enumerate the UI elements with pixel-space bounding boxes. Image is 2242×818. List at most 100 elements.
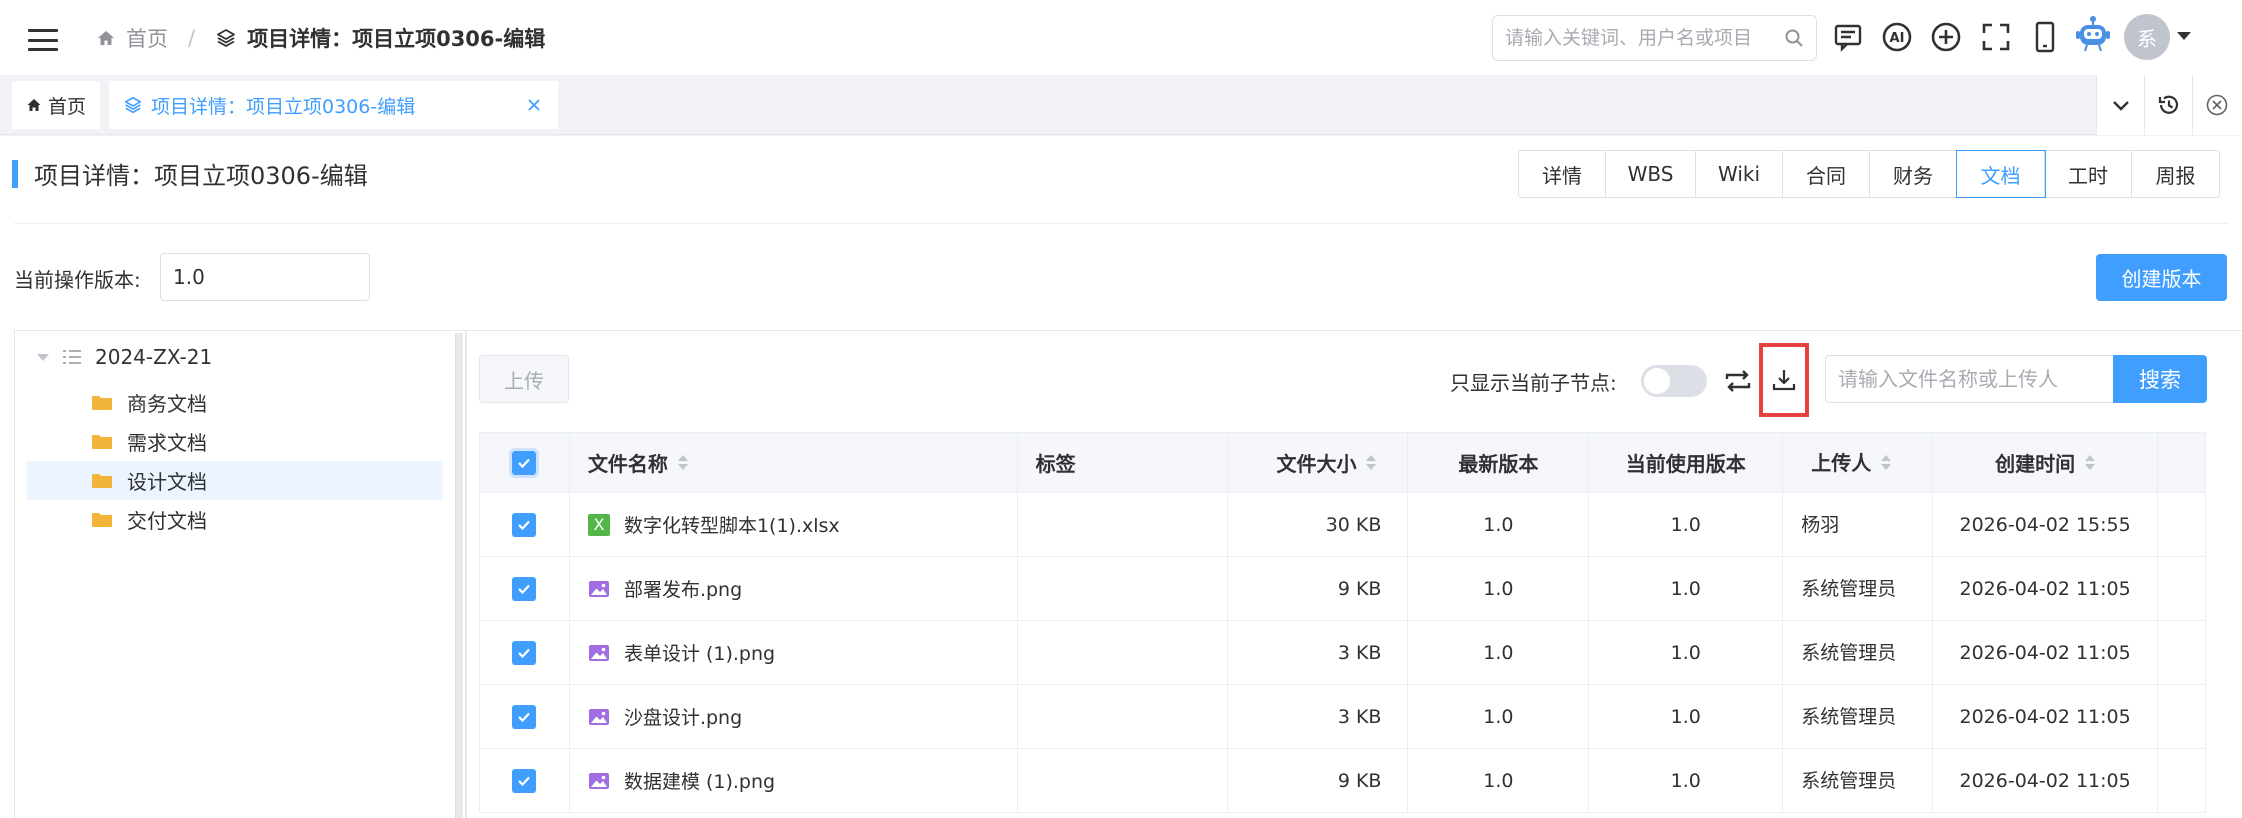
- ai-icon[interactable]: AI: [1879, 19, 1915, 55]
- sort-icon[interactable]: [2085, 455, 2096, 470]
- swap-icon[interactable]: [1723, 367, 1753, 395]
- history-icon[interactable]: [2145, 75, 2193, 135]
- tree-folder-item[interactable]: 交付文档: [27, 500, 443, 539]
- chevron-down-icon[interactable]: [2177, 32, 2191, 40]
- column-header[interactable]: 上传人: [1783, 433, 1934, 492]
- file-search-input[interactable]: [1825, 355, 2115, 403]
- row-checkbox[interactable]: [512, 640, 537, 665]
- current-version-cell: 1.0: [1589, 749, 1784, 812]
- version-input[interactable]: [160, 253, 370, 301]
- created-time-cell: 2026-04-02 15:55: [1933, 493, 2159, 556]
- latest-version-cell: 1.0: [1408, 621, 1590, 684]
- row-checkbox[interactable]: [512, 768, 537, 793]
- latest-version-cell: 1.0: [1408, 557, 1590, 620]
- file-name-cell[interactable]: 部署发布.png: [570, 557, 1018, 620]
- tab-timesheet[interactable]: 工时: [2045, 151, 2132, 197]
- tab-contract[interactable]: 合同: [1783, 151, 1870, 197]
- tab-finance[interactable]: 财务: [1870, 151, 1957, 197]
- table-row[interactable]: 表单设计 (1).png 3 KB 1.0 1.0 系统管理员 2026-04-02 11…: [480, 621, 2207, 685]
- tab-documents[interactable]: 文档: [1956, 150, 2046, 198]
- close-icon[interactable]: [524, 95, 544, 115]
- tree-folder-item[interactable]: 设计文档: [27, 461, 443, 500]
- excel-file-icon: X: [587, 513, 610, 536]
- mobile-icon[interactable]: [2027, 19, 2063, 55]
- tree-root[interactable]: 2024-ZX-21: [37, 337, 212, 377]
- document-panel: 上传 只显示当前子节点: 搜索 文件名称标签文件大小最新版本当前使用版本上传人创…: [466, 330, 2242, 818]
- row-spacer: [2158, 685, 2207, 748]
- file-size-cell: 3 KB: [1228, 685, 1409, 748]
- file-name[interactable]: 沙盘设计.png: [624, 703, 742, 730]
- message-icon[interactable]: [1830, 19, 1866, 55]
- tag-cell: [1018, 621, 1228, 684]
- tag-cell: [1018, 557, 1228, 620]
- global-search-input[interactable]: [1505, 27, 1784, 49]
- tab-wiki[interactable]: Wiki: [1696, 151, 1783, 197]
- row-select-cell: [480, 685, 570, 748]
- row-select-cell: [480, 621, 570, 684]
- table-row[interactable]: X 数字化转型脚本1(1).xlsx 30 KB 1.0 1.0 杨羽 2026-04-02…: [480, 493, 2207, 557]
- breadcrumb-home[interactable]: 首页: [126, 23, 168, 53]
- file-name-cell[interactable]: 数据建模 (1).png: [570, 749, 1018, 812]
- file-name[interactable]: 数据建模 (1).png: [624, 767, 775, 794]
- tab-project-detail-label: 项目详情：项目立项0306-编辑: [151, 95, 416, 118]
- folder-icon: [92, 473, 112, 488]
- row-checkbox[interactable]: [512, 576, 537, 601]
- file-name[interactable]: 部署发布.png: [624, 575, 742, 602]
- create-version-button[interactable]: 创建版本: [2096, 254, 2227, 301]
- sort-icon[interactable]: [1881, 455, 1892, 470]
- current-node-only-switch[interactable]: [1641, 365, 1707, 397]
- table-header: 文件名称 标签 文件大小 最新版本 当前使用版本 上传人 创建时间: [480, 433, 2207, 493]
- menu-icon[interactable]: [28, 29, 58, 51]
- sort-icon[interactable]: [677, 455, 688, 470]
- current-version-cell: 1.0: [1589, 557, 1784, 620]
- table-row[interactable]: 部署发布.png 9 KB 1.0 1.0 系统管理员 2026-04-02 11:05: [480, 557, 2207, 621]
- tab-home-label: 首页: [48, 95, 87, 118]
- sort-icon[interactable]: [1366, 455, 1377, 470]
- current-version-cell: 1.0: [1589, 493, 1784, 556]
- tree-scrollbar[interactable]: [455, 333, 463, 818]
- file-search-button[interactable]: 搜索: [2113, 355, 2207, 403]
- column-header-spacer: [2158, 433, 2207, 492]
- upload-button[interactable]: 上传: [479, 355, 569, 403]
- tab-project-detail[interactable]: 项目详情：项目立项0306-编辑: [109, 81, 558, 129]
- caret-down-icon[interactable]: [37, 353, 49, 361]
- avatar[interactable]: 系: [2124, 14, 2170, 60]
- robot-icon[interactable]: [2074, 12, 2112, 56]
- row-checkbox[interactable]: [512, 512, 537, 537]
- tree-folder-item[interactable]: 需求文档: [27, 422, 443, 461]
- tab-wbs[interactable]: WBS: [1606, 151, 1696, 197]
- select-all-checkbox[interactable]: [509, 447, 540, 478]
- title-accent-bar: [12, 160, 18, 188]
- row-checkbox[interactable]: [512, 704, 537, 729]
- close-circle-icon[interactable]: [2193, 75, 2241, 135]
- tab-detail[interactable]: 详情: [1519, 151, 1606, 197]
- row-select-cell: [480, 749, 570, 812]
- download-button[interactable]: [1759, 343, 1809, 417]
- table-row[interactable]: 沙盘设计.png 3 KB 1.0 1.0 系统管理员 2026-04-02 11:05: [480, 685, 2207, 749]
- file-name[interactable]: 数字化转型脚本1(1).xlsx: [624, 511, 840, 538]
- column-header[interactable]: 文件大小: [1228, 433, 1409, 492]
- folder-icon: [92, 512, 112, 527]
- detail-tabs: 详情 WBS Wiki 合同 财务 文档 工时 周报: [1518, 150, 2220, 198]
- tree-folder-item[interactable]: 商务文档: [27, 383, 443, 422]
- tab-home[interactable]: 首页: [12, 81, 100, 129]
- column-header[interactable]: 文件名称: [570, 433, 1018, 492]
- column-header[interactable]: 创建时间: [1933, 433, 2159, 492]
- fullscreen-icon[interactable]: [1978, 19, 2014, 55]
- plus-circle-icon[interactable]: [1928, 19, 1964, 55]
- uploader-cell: 系统管理员: [1783, 749, 1934, 812]
- created-time-cell: 2026-04-02 11:05: [1933, 621, 2159, 684]
- tag-cell: [1018, 493, 1228, 556]
- global-search: [1492, 15, 1817, 61]
- file-name-cell[interactable]: 表单设计 (1).png: [570, 621, 1018, 684]
- chevron-down-icon[interactable]: [2097, 75, 2145, 135]
- search-icon[interactable]: [1784, 28, 1804, 48]
- file-name-cell[interactable]: 沙盘设计.png: [570, 685, 1018, 748]
- file-name[interactable]: 表单设计 (1).png: [624, 639, 775, 666]
- tree-folder-label: 需求文档: [127, 431, 207, 455]
- tab-weekly[interactable]: 周报: [2132, 151, 2219, 197]
- table-row[interactable]: 数据建模 (1).png 9 KB 1.0 1.0 系统管理员 2026-04-02 11…: [480, 749, 2207, 813]
- file-name-cell[interactable]: X 数字化转型脚本1(1).xlsx: [570, 493, 1018, 556]
- row-spacer: [2158, 557, 2207, 620]
- tabs-bar: 首页 项目详情：项目立项0306-编辑: [0, 75, 2242, 135]
